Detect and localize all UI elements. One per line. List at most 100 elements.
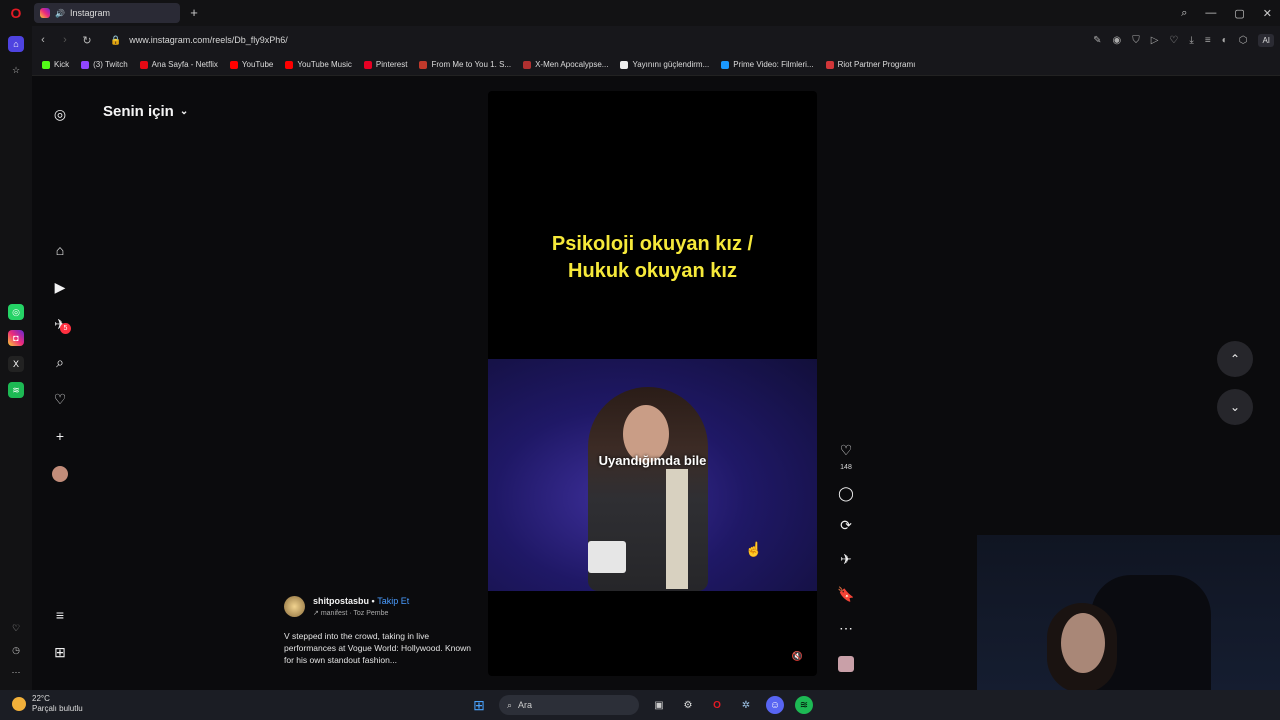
nav-more-icon[interactable]: ≡: [50, 605, 70, 625]
audio-line[interactable]: ↗ manifest · Toz Pembe: [313, 609, 388, 617]
camera-icon[interactable]: ◉: [1112, 35, 1121, 46]
bookmark-item[interactable]: From Me to You 1. S...: [419, 60, 511, 69]
bookmark-item[interactable]: YouTube: [229, 60, 273, 69]
nav-create-icon[interactable]: +: [50, 426, 70, 446]
bookmark-item[interactable]: Pinterest: [363, 60, 407, 69]
nav-reels-icon[interactable]: ▶: [50, 277, 70, 297]
taskbar-search[interactable]: ⌕ Ara: [499, 695, 639, 715]
more-icon[interactable]: ⋯: [8, 664, 24, 680]
author-username[interactable]: shitpostasbu: [313, 596, 369, 606]
windows-start-icon[interactable]: ⊞: [470, 696, 488, 714]
feed-title[interactable]: Senin için ⌄: [103, 103, 188, 120]
ai-button[interactable]: AI: [1258, 33, 1274, 47]
audio-arrow-icon: ↗: [313, 610, 319, 617]
video-subtitle: Uyandığımda bile: [598, 453, 707, 468]
bookmark-label: From Me to You 1. S...: [431, 60, 512, 69]
audio-thumbnail[interactable]: [834, 656, 858, 675]
bookmark-favicon-icon: [42, 60, 50, 69]
bookmark-label: (3) Twitch: [93, 60, 128, 69]
reload-button[interactable]: ↻: [76, 34, 98, 47]
nav-profile-avatar[interactable]: [50, 464, 70, 484]
feed-title-text: Senin için: [103, 103, 174, 120]
instagram-sidebar-icon[interactable]: ◘: [8, 330, 24, 346]
menu-icon[interactable]: ≡: [1205, 35, 1211, 46]
previous-reel-button[interactable]: ⌃: [1217, 341, 1253, 377]
opera-taskbar-icon[interactable]: O: [708, 696, 726, 714]
x-icon[interactable]: X: [8, 356, 24, 372]
new-tab-button[interactable]: +: [188, 6, 200, 19]
spotify-taskbar-icon[interactable]: ≋: [795, 696, 813, 714]
weather-widget[interactable]: 22°C Parçalı bulutlu: [12, 694, 83, 714]
bookmark-item[interactable]: Yayınını güçlendirm...: [620, 60, 709, 69]
author-avatar[interactable]: [284, 596, 305, 617]
opera-sidebar: ⌂ ☆ ◎ ◘ X ≋ ♡ ◷ ⋯: [0, 26, 32, 690]
task-view-icon[interactable]: ▣: [650, 696, 668, 714]
tab-instagram[interactable]: 🔊 Instagram: [34, 3, 180, 23]
url-field[interactable]: 🔒 www.instagram.com/reels/Db_fly9xPh6/: [110, 35, 288, 46]
profile-icon[interactable]: ◐: [1222, 35, 1228, 46]
follow-button[interactable]: Takip Et: [377, 596, 409, 606]
bookmark-favicon-icon: [523, 60, 532, 69]
repost-icon[interactable]: ⟳: [834, 517, 858, 534]
nav-notifications-icon[interactable]: ♡: [50, 389, 70, 409]
spotify-icon[interactable]: ≋: [8, 382, 24, 398]
app-icon[interactable]: ⚙: [679, 696, 697, 714]
bookmark-item[interactable]: Kick: [42, 60, 69, 69]
speaker-icon[interactable]: 🔊: [55, 9, 65, 18]
instagram-logo-icon[interactable]: ◎: [50, 104, 70, 124]
home-icon[interactable]: ⌂: [8, 36, 24, 52]
shield-icon[interactable]: ⛉: [1132, 35, 1140, 46]
heart-icon[interactable]: ♡: [1169, 35, 1178, 46]
webcam-overlay: [977, 535, 1280, 690]
forward-button[interactable]: ›: [54, 34, 76, 46]
close-button[interactable]: ✕: [1263, 7, 1272, 20]
nav-search-icon[interactable]: ⌕: [50, 352, 70, 372]
bookmark-item[interactable]: (3) Twitch: [81, 60, 128, 69]
bookmark-favicon-icon: [81, 60, 90, 69]
nav-threads-icon[interactable]: ⊞: [50, 642, 70, 662]
opera-logo-icon[interactable]: O: [0, 0, 32, 26]
comment-icon[interactable]: ◯: [834, 485, 858, 502]
extensions-icon[interactable]: ⬡: [1239, 35, 1248, 46]
history-icon[interactable]: ◷: [8, 642, 24, 658]
taskbar-search-placeholder: Ara: [518, 700, 533, 710]
save-icon[interactable]: 🔖: [834, 586, 858, 603]
bookmark-item[interactable]: Ana Sayfa - Netflix: [139, 60, 218, 69]
bookmark-label: Prime Video: Filmleri...: [733, 60, 814, 69]
bookmark-item[interactable]: Riot Partner Programı: [825, 60, 915, 69]
maximize-button[interactable]: ▢: [1234, 7, 1244, 20]
back-button[interactable]: ‹: [32, 34, 54, 46]
bookmark-item[interactable]: X-Men Apocalypse...: [523, 60, 608, 69]
share-icon[interactable]: ✈: [834, 551, 858, 568]
star-icon[interactable]: ☆: [8, 62, 24, 78]
like-icon[interactable]: ♡: [834, 442, 858, 459]
bookmark-label: Kick: [54, 60, 70, 69]
reel-video[interactable]: Psikoloji okuyan kız / Hukuk okuyan kız …: [488, 91, 817, 676]
minimize-button[interactable]: —: [1205, 7, 1216, 19]
heart-sidebar-icon[interactable]: ♡: [8, 620, 24, 636]
instagram-favicon-icon: [40, 8, 50, 18]
search-tabs-icon[interactable]: ⌕: [1181, 7, 1187, 20]
video-caption: Psikoloji okuyan kız / Hukuk okuyan kız: [488, 231, 817, 285]
more-options-icon[interactable]: ⋯: [834, 620, 858, 637]
discord-icon[interactable]: ☺: [766, 696, 784, 714]
instagram-nav: ◎ ⌂ ▶ ✈ 5 ⌕ ♡ + ≡ ⊞: [32, 76, 88, 690]
play-icon[interactable]: ▷: [1151, 35, 1159, 46]
bookmark-favicon-icon: [419, 60, 428, 69]
reel-description[interactable]: V stepped into the crowd, taking in live…: [284, 630, 474, 666]
whatsapp-icon[interactable]: ◎: [8, 304, 24, 320]
bookmark-item[interactable]: Prime Video: Filmleri...: [721, 60, 814, 69]
nav-home-icon[interactable]: ⌂: [50, 240, 70, 260]
mute-icon[interactable]: 🔇: [792, 651, 803, 662]
bookmark-label: Yayınını güçlendirm...: [632, 60, 710, 69]
bookmark-item[interactable]: YouTube Music: [285, 60, 352, 69]
bookmark-favicon-icon: [825, 60, 834, 69]
download-icon[interactable]: ⤓: [1189, 35, 1193, 46]
address-bar-tools: ✎ ◉ ⛉ ▷ ♡ ⤓ ≡ ◐ ⬡ AI: [1093, 26, 1274, 54]
next-reel-button[interactable]: ⌄: [1217, 389, 1253, 425]
edit-icon[interactable]: ✎: [1093, 35, 1101, 46]
steam-icon[interactable]: ✲: [737, 696, 755, 714]
weather-icon: [12, 697, 26, 711]
bookmark-label: X-Men Apocalypse...: [535, 60, 609, 69]
tab-title: Instagram: [69, 8, 110, 18]
